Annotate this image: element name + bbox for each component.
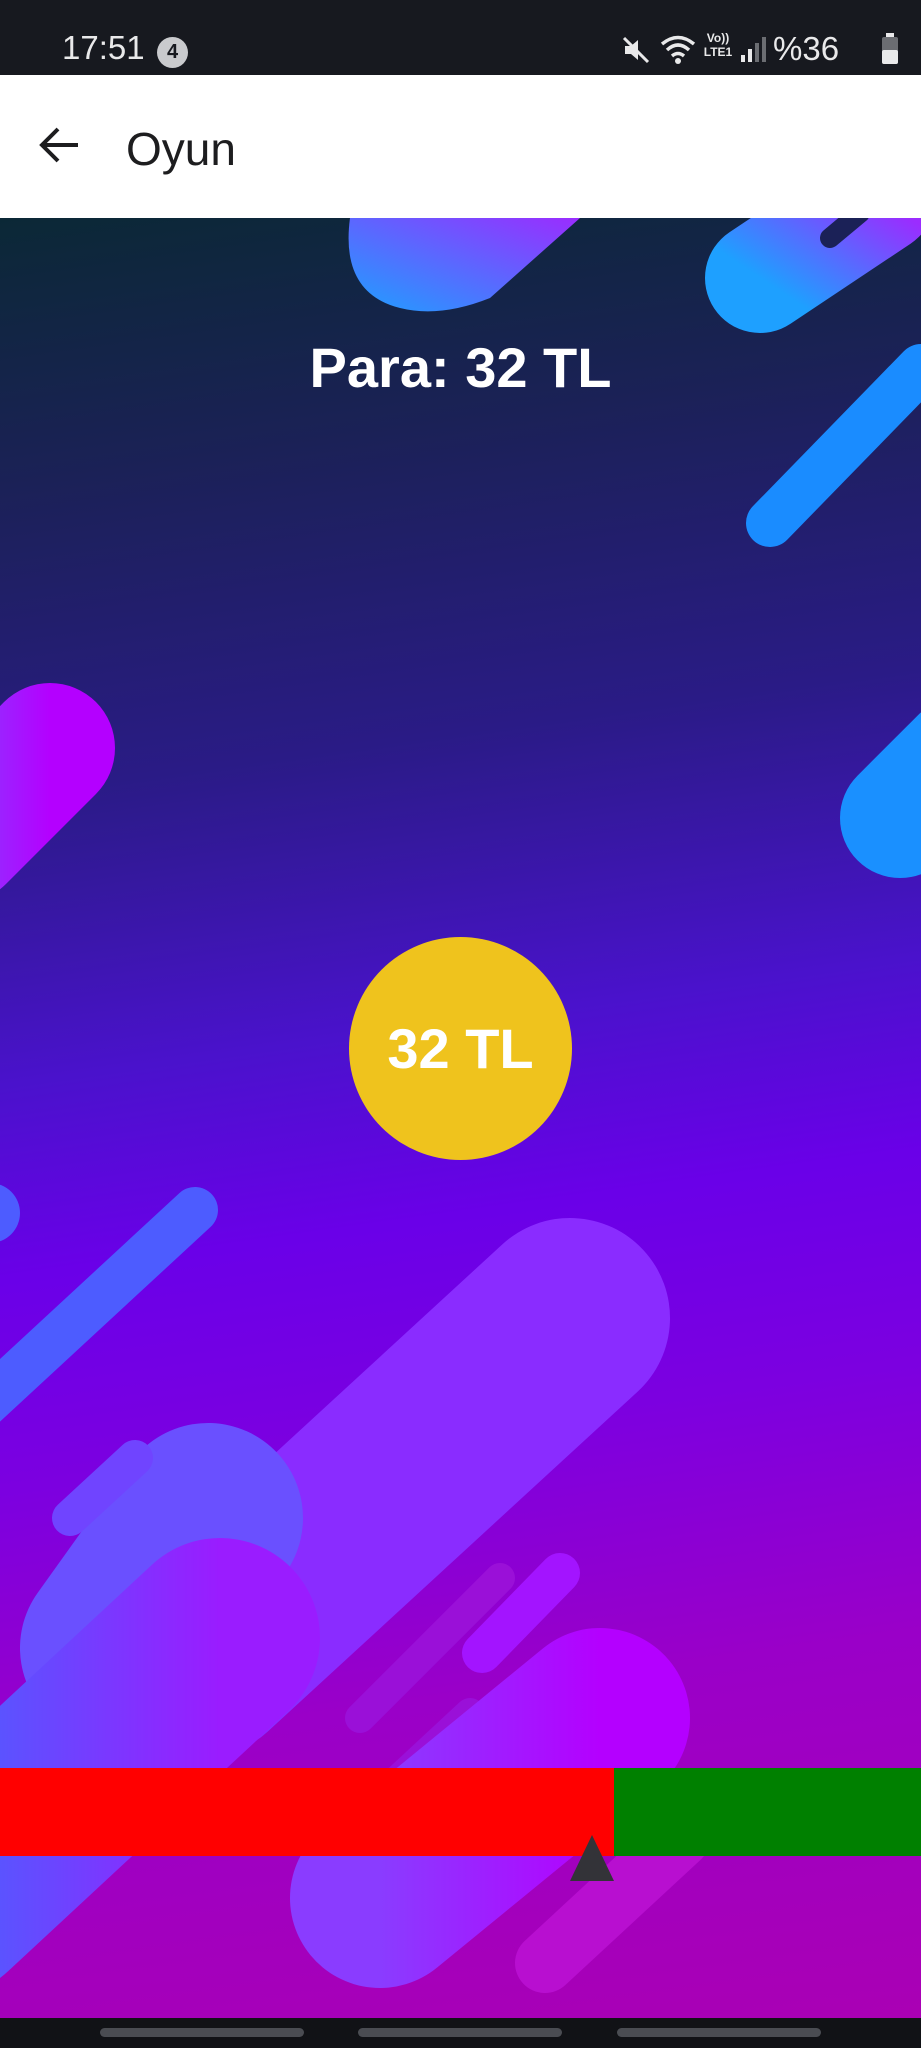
- nav-home-pill[interactable]: [358, 2028, 562, 2037]
- volte-lte-icon: Vo)) LTE1: [701, 31, 735, 67]
- app-bar: Oyun: [0, 75, 921, 218]
- game-area[interactable]: Para: 32 TL 32 TL: [0, 218, 921, 2018]
- timing-bar-red-zone: [0, 1768, 614, 1856]
- status-time: 17:51: [62, 29, 145, 66]
- coin-button[interactable]: 32 TL: [349, 937, 572, 1160]
- coin-value: 32 TL: [387, 1017, 534, 1080]
- notification-count-badge: 4: [157, 37, 188, 68]
- battery-percent: %36: [773, 30, 840, 67]
- signal-icon: [741, 37, 766, 62]
- triangle-up-icon: [570, 1835, 614, 1881]
- wifi-icon: [660, 35, 696, 64]
- arrow-left-icon: [39, 127, 78, 163]
- status-icons: Vo)) LTE1 %36: [601, 25, 921, 71]
- lte-label: LTE1: [703, 45, 733, 59]
- page-title: Oyun: [126, 123, 236, 175]
- screen: 17:51 4 Vo)) LTE1 %36 Oyun Para: 32 TL 3…: [0, 0, 921, 2048]
- mute-icon: [622, 36, 650, 64]
- status-bar: 17:51 4 Vo)) LTE1 %36: [0, 0, 921, 75]
- nav-back-pill[interactable]: [617, 2028, 821, 2037]
- back-button[interactable]: [30, 113, 94, 177]
- money-label: Para: 32 TL: [309, 336, 612, 399]
- nav-recents-pill[interactable]: [100, 2028, 304, 2037]
- navigation-bar: [0, 2018, 921, 2048]
- volte-label: Vo)): [706, 31, 730, 45]
- timing-bar-green-zone: [614, 1768, 921, 1856]
- battery-icon: [882, 33, 898, 64]
